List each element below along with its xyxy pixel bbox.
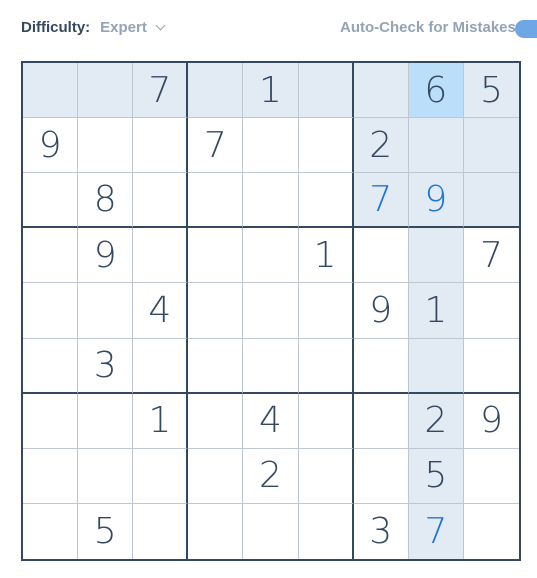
- sudoku-cell-r5c3[interactable]: 4: [133, 283, 189, 339]
- sudoku-cell-r4c8[interactable]: [408, 228, 464, 284]
- sudoku-cell-r7c5[interactable]: 4: [243, 393, 299, 449]
- sudoku-cell-r5c7[interactable]: 9: [353, 283, 409, 339]
- sudoku-cell-r1c3[interactable]: 7: [133, 63, 189, 119]
- sudoku-cell-r4c7[interactable]: [353, 228, 409, 284]
- sudoku-cell-r5c8[interactable]: 1: [408, 283, 464, 339]
- sudoku-cell-r7c3[interactable]: 1: [133, 393, 189, 449]
- sudoku-cell-r3c1[interactable]: [23, 173, 79, 229]
- sudoku-cell-r9c8[interactable]: 7: [408, 503, 464, 559]
- sudoku-cell-r9c5[interactable]: [243, 503, 299, 559]
- sudoku-cell-r1c1[interactable]: [23, 63, 79, 119]
- sudoku-cell-r3c2[interactable]: 8: [78, 173, 134, 229]
- sudoku-cell-r2c8[interactable]: [408, 118, 464, 174]
- sudoku-cell-r4c4[interactable]: [188, 228, 244, 284]
- sudoku-cell-r6c4[interactable]: [188, 338, 244, 394]
- sudoku-cell-r3c8[interactable]: 9: [408, 173, 464, 229]
- sudoku-cell-r5c9[interactable]: [463, 283, 519, 339]
- sudoku-cell-r7c1[interactable]: [23, 393, 79, 449]
- sudoku-cell-r8c7[interactable]: [353, 448, 409, 504]
- sudoku-cell-r8c1[interactable]: [23, 448, 79, 504]
- sudoku-cell-r8c9[interactable]: [463, 448, 519, 504]
- sudoku-cell-r9c4[interactable]: [188, 503, 244, 559]
- sudoku-cell-r7c4[interactable]: [188, 393, 244, 449]
- sudoku-cell-r3c6[interactable]: [298, 173, 354, 229]
- sudoku-cell-r6c1[interactable]: [23, 338, 79, 394]
- sudoku-cell-r2c3[interactable]: [133, 118, 189, 174]
- sudoku-cell-r6c6[interactable]: [298, 338, 354, 394]
- sudoku-cell-r9c2[interactable]: 5: [78, 503, 134, 559]
- sudoku-cell-r2c1[interactable]: 9: [23, 118, 79, 174]
- sudoku-cell-r2c4[interactable]: 7: [188, 118, 244, 174]
- sudoku-cell-r2c6[interactable]: [298, 118, 354, 174]
- sudoku-cell-r7c7[interactable]: [353, 393, 409, 449]
- sudoku-cell-r8c6[interactable]: [298, 448, 354, 504]
- sudoku-cell-r1c7[interactable]: [353, 63, 409, 119]
- sudoku-cell-r2c9[interactable]: [463, 118, 519, 174]
- sudoku-cell-r3c3[interactable]: [133, 173, 189, 229]
- sudoku-cell-r3c7[interactable]: 7: [353, 173, 409, 229]
- sudoku-cell-r3c5[interactable]: [243, 173, 299, 229]
- sudoku-cell-r6c9[interactable]: [463, 338, 519, 394]
- sudoku-cell-r9c7[interactable]: 3: [353, 503, 409, 559]
- sudoku-cell-r7c6[interactable]: [298, 393, 354, 449]
- sudoku-cell-r1c9[interactable]: 5: [463, 63, 519, 119]
- sudoku-cell-r7c8[interactable]: 2: [408, 393, 464, 449]
- sudoku-cell-r8c3[interactable]: [133, 448, 189, 504]
- sudoku-cell-r1c5[interactable]: 1: [243, 63, 299, 119]
- autocheck-label: Auto-Check for Mistakes: [340, 19, 516, 36]
- sudoku-cell-r7c2[interactable]: [78, 393, 134, 449]
- sudoku-cell-r9c9[interactable]: [463, 503, 519, 559]
- difficulty-selector[interactable]: Difficulty: Expert: [21, 19, 166, 36]
- sudoku-cell-r8c4[interactable]: [188, 448, 244, 504]
- sudoku-cell-r6c7[interactable]: [353, 338, 409, 394]
- sudoku-cell-r5c6[interactable]: [298, 283, 354, 339]
- sudoku-cell-r6c5[interactable]: [243, 338, 299, 394]
- sudoku-cell-r9c3[interactable]: [133, 503, 189, 559]
- sudoku-board: 71659728799174913142925537: [21, 61, 521, 561]
- sudoku-cell-r4c3[interactable]: [133, 228, 189, 284]
- sudoku-cell-r1c2[interactable]: [78, 63, 134, 119]
- difficulty-label: Difficulty:: [21, 19, 91, 36]
- difficulty-value: Expert: [100, 19, 147, 36]
- sudoku-cell-r8c5[interactable]: 2: [243, 448, 299, 504]
- sudoku-cell-r3c9[interactable]: [463, 173, 519, 229]
- sudoku-cell-r4c1[interactable]: [23, 228, 79, 284]
- sudoku-cell-r6c3[interactable]: [133, 338, 189, 394]
- sudoku-cell-r2c5[interactable]: [243, 118, 299, 174]
- sudoku-cell-r3c4[interactable]: [188, 173, 244, 229]
- sudoku-cell-r2c7[interactable]: 2: [353, 118, 409, 174]
- sudoku-cell-r6c8[interactable]: [408, 338, 464, 394]
- sudoku-cell-r6c2[interactable]: 3: [78, 338, 134, 394]
- sudoku-cell-r1c8[interactable]: 6: [408, 63, 464, 119]
- sudoku-cell-r9c6[interactable]: [298, 503, 354, 559]
- sudoku-cell-r5c2[interactable]: [78, 283, 134, 339]
- autocheck-setting: Auto-Check for Mistakes: [340, 19, 516, 36]
- sudoku-cell-r5c5[interactable]: [243, 283, 299, 339]
- sudoku-cell-r4c9[interactable]: 7: [463, 228, 519, 284]
- game-header: Difficulty: Expert Auto-Check for Mistak…: [0, 0, 537, 58]
- autocheck-toggle[interactable]: [515, 20, 537, 38]
- sudoku-cell-r2c2[interactable]: [78, 118, 134, 174]
- sudoku-cell-r1c6[interactable]: [298, 63, 354, 119]
- sudoku-cell-r5c1[interactable]: [23, 283, 79, 339]
- sudoku-cell-r7c9[interactable]: 9: [463, 393, 519, 449]
- sudoku-cell-r4c6[interactable]: 1: [298, 228, 354, 284]
- sudoku-cell-r4c5[interactable]: [243, 228, 299, 284]
- sudoku-cell-r8c8[interactable]: 5: [408, 448, 464, 504]
- sudoku-cell-r9c1[interactable]: [23, 503, 79, 559]
- sudoku-cell-r4c2[interactable]: 9: [78, 228, 134, 284]
- sudoku-cell-r1c4[interactable]: [188, 63, 244, 119]
- chevron-down-icon: [155, 20, 166, 30]
- sudoku-cell-r8c2[interactable]: [78, 448, 134, 504]
- sudoku-cell-r5c4[interactable]: [188, 283, 244, 339]
